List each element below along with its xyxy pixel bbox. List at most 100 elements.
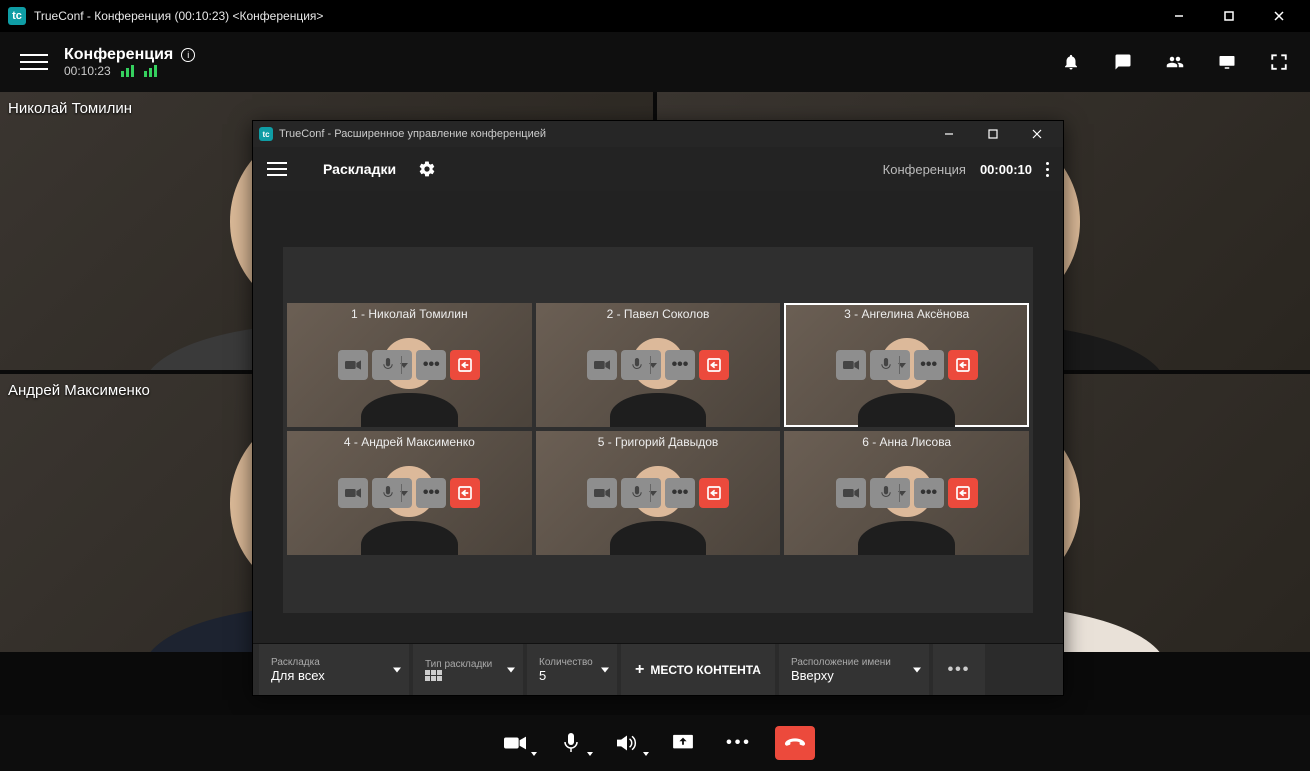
cell-mic-button[interactable] [870, 350, 910, 380]
main-header: Конференция i 00:10:23 [0, 32, 1310, 92]
fullscreen-icon[interactable] [1268, 51, 1290, 73]
participants-icon[interactable] [1164, 51, 1186, 73]
cell-label: 2 - Павел Соколов [536, 307, 781, 321]
cell-more-button[interactable]: ••• [416, 350, 446, 380]
layout-cell[interactable]: 5 - Григорий Давыдов ••• [536, 431, 781, 555]
chevron-down-icon [898, 491, 906, 496]
cell-remove-button[interactable] [948, 478, 978, 508]
name-position-dropdown[interactable]: Расположение имени Вверху [779, 644, 929, 695]
layout-label: Раскладка [271, 657, 397, 668]
cell-more-button[interactable]: ••• [416, 478, 446, 508]
inner-maximize-button[interactable] [973, 121, 1013, 147]
outer-window-titlebar: tc TrueConf - Конференция (00:10:23) <Ко… [0, 0, 1310, 32]
cell-remove-button[interactable] [699, 350, 729, 380]
share-screen-button[interactable] [663, 726, 703, 760]
kebab-icon[interactable] [1046, 162, 1049, 177]
window-title: TrueConf - Конференция (00:10:23) <Конфе… [34, 9, 323, 23]
layout-preview: 1 - Николай Томилин ••• 2 - Павел Соколов •… [253, 191, 1063, 643]
cell-mic-button[interactable] [870, 478, 910, 508]
cell-camera-button[interactable] [836, 478, 866, 508]
cell-camera-button[interactable] [836, 350, 866, 380]
count-label: Количество [539, 657, 605, 668]
camera-button[interactable] [495, 726, 535, 760]
layout-type-dropdown[interactable]: Тип раскладки [413, 644, 523, 695]
close-button[interactable] [1256, 0, 1302, 32]
menu-button[interactable] [20, 48, 48, 76]
layout-cell[interactable]: 2 - Павел Соколов ••• [536, 303, 781, 427]
cell-label: 3 - Ангелина Аксёнова [784, 307, 1029, 321]
cell-label: 4 - Андрей Максименко [287, 435, 532, 449]
app-logo-icon: tc [259, 127, 273, 141]
chevron-down-icon [587, 752, 593, 756]
chevron-down-icon [400, 363, 408, 368]
cell-remove-button[interactable] [948, 350, 978, 380]
cell-more-button[interactable]: ••• [914, 478, 944, 508]
conference-title: Конференция [64, 46, 173, 64]
cell-controls: ••• [587, 478, 729, 508]
maximize-button[interactable] [1206, 0, 1252, 32]
layout-dropdown[interactable]: Раскладка Для всех [259, 644, 409, 695]
cell-camera-button[interactable] [587, 350, 617, 380]
cell-more-button[interactable]: ••• [665, 478, 695, 508]
name-pos-value: Вверху [791, 668, 917, 683]
layout-management-window: tc TrueConf - Расширенное управление кон… [252, 120, 1064, 696]
chevron-down-icon [507, 667, 515, 672]
microphone-button[interactable] [551, 726, 591, 760]
content-share-icon[interactable] [1216, 51, 1238, 73]
cell-remove-button[interactable] [450, 478, 480, 508]
more-icon: ••• [726, 734, 752, 752]
chat-icon[interactable] [1112, 51, 1134, 73]
cell-controls: ••• [587, 350, 729, 380]
conference-timer: 00:10:23 [64, 64, 111, 78]
content-place-label: МЕСТО КОНТЕНТА [650, 663, 761, 677]
layout-type-label: Тип раскладки [425, 659, 511, 670]
layout-cell[interactable]: 4 - Андрей Максименко ••• [287, 431, 532, 555]
gear-icon[interactable] [416, 158, 438, 180]
mgr-section-title: Раскладки [323, 161, 396, 177]
notifications-icon[interactable] [1060, 51, 1082, 73]
mgr-menu-button[interactable] [267, 155, 287, 183]
cell-mic-button[interactable] [372, 350, 412, 380]
chevron-down-icon [601, 667, 609, 672]
toolbar-more-button[interactable]: ••• [933, 644, 985, 695]
layout-cell[interactable]: 1 - Николай Томилин ••• [287, 303, 532, 427]
more-button[interactable]: ••• [719, 726, 759, 760]
cell-controls: ••• [338, 350, 480, 380]
chevron-down-icon [898, 363, 906, 368]
content-place-button[interactable]: + МЕСТО КОНТЕНТА [621, 644, 775, 695]
signal-down-icon [121, 65, 134, 77]
inner-close-button[interactable] [1017, 121, 1057, 147]
speaker-button[interactable] [607, 726, 647, 760]
cell-more-button[interactable]: ••• [665, 350, 695, 380]
cell-remove-button[interactable] [450, 350, 480, 380]
layout-cell[interactable]: 3 - Ангелина Аксёнова ••• [784, 303, 1029, 427]
cell-remove-button[interactable] [699, 478, 729, 508]
cell-camera-button[interactable] [587, 478, 617, 508]
grid-icon [425, 670, 511, 681]
cell-label: 1 - Николай Томилин [287, 307, 532, 321]
chevron-down-icon [393, 667, 401, 672]
cell-controls: ••• [338, 478, 480, 508]
cell-mic-button[interactable] [621, 478, 661, 508]
cell-label: 5 - Григорий Давыдов [536, 435, 781, 449]
mgr-timer-label: Конференция [883, 162, 966, 177]
cell-mic-button[interactable] [372, 478, 412, 508]
hangup-button[interactable] [775, 726, 815, 760]
signal-up-icon [144, 65, 157, 77]
cell-more-button[interactable]: ••• [914, 350, 944, 380]
cell-label: 6 - Анна Лисова [784, 435, 1029, 449]
chevron-down-icon [531, 752, 537, 756]
inner-minimize-button[interactable] [929, 121, 969, 147]
cell-mic-button[interactable] [621, 350, 661, 380]
count-dropdown[interactable]: Количество 5 [527, 644, 617, 695]
name-pos-label: Расположение имени [791, 657, 917, 668]
cell-camera-button[interactable] [338, 350, 368, 380]
layout-cell[interactable]: 6 - Анна Лисова ••• [784, 431, 1029, 555]
minimize-button[interactable] [1156, 0, 1202, 32]
more-icon: ••• [948, 661, 971, 679]
call-dock: ••• [0, 715, 1310, 771]
participant-name: Андрей Максименко [8, 382, 150, 399]
info-icon[interactable]: i [181, 48, 195, 62]
cell-camera-button[interactable] [338, 478, 368, 508]
chevron-down-icon [643, 752, 649, 756]
